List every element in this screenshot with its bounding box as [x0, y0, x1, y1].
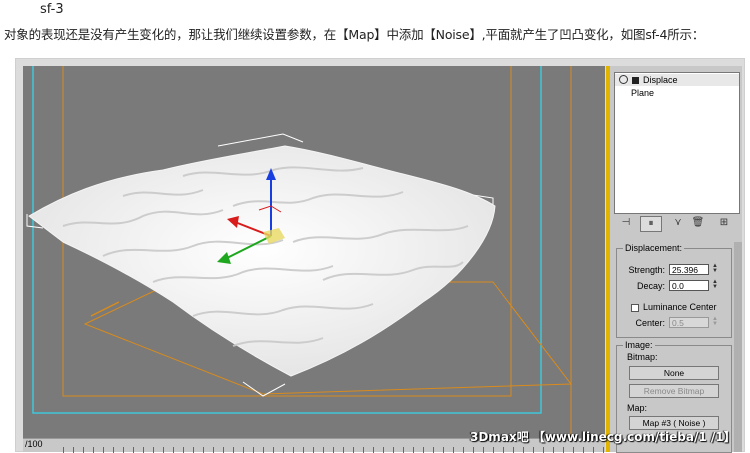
perspective-viewport[interactable]	[23, 66, 605, 438]
displacement-group-title: Displacement:	[623, 243, 685, 253]
viewport-scene	[26, 66, 572, 438]
decay-label: Decay:	[636, 281, 665, 291]
time-slider-frame-label: /100	[25, 439, 43, 449]
stack-toolbar: ⊣ ⏸ ⋎ 🗑 ⊞	[614, 216, 738, 232]
displacement-group: Displacement: Strength: 25.396 ▲ ▼ Decay:…	[616, 243, 732, 338]
stack-item-label: Displace	[643, 75, 678, 85]
strength-label: Strength:	[628, 265, 665, 275]
show-end-result-icon[interactable]: ⏸	[640, 216, 662, 232]
luminance-center-label: Luminance Center	[643, 302, 717, 312]
stack-item-label: Plane	[631, 88, 655, 98]
panel-scrollbar[interactable]	[734, 242, 742, 452]
remove-bitmap-button[interactable]: Remove Bitmap	[629, 384, 719, 398]
center-field[interactable]: 0.5	[669, 317, 709, 328]
stack-item-plane[interactable]: Plane	[615, 87, 739, 99]
pin-stack-icon[interactable]: ⊣	[616, 216, 636, 230]
modify-panel: Displace Plane ⊣ ⏸ ⋎ 🗑 ⊞ Displacement: S…	[610, 66, 742, 453]
time-ruler	[63, 447, 605, 453]
modifier-stack-list[interactable]: Displace Plane	[614, 72, 740, 214]
center-spinner[interactable]: ▲ ▼	[711, 316, 719, 328]
lightbulb-icon[interactable]	[619, 75, 628, 84]
bitmap-none-button[interactable]: None	[629, 366, 719, 380]
configure-modifier-sets-icon[interactable]: ⊞	[714, 216, 734, 230]
decay-spinner[interactable]: ▲ ▼	[711, 279, 719, 291]
caption-title: sf-3	[40, 2, 64, 17]
image-group-title: Image:	[623, 340, 655, 350]
decay-field[interactable]: 0.0	[669, 280, 709, 291]
strength-spinner[interactable]: ▲ ▼	[711, 263, 719, 275]
stack-item-displace[interactable]: Displace	[615, 74, 739, 86]
luminance-center-checkbox[interactable]	[631, 304, 639, 312]
bitmap-label: Bitmap:	[627, 352, 658, 362]
make-unique-icon[interactable]: ⋎	[668, 216, 688, 230]
remove-modifier-icon[interactable]: 🗑	[688, 216, 708, 230]
strength-field[interactable]: 25.396	[669, 264, 709, 275]
caption-description: 对象的表现还是没有产生变化的，那让我们继续设置参数，在【Map】中添加【Nois…	[4, 27, 705, 42]
forum-watermark: 3Dmax吧 【www.linecg.com/tieba/1 /1】	[470, 430, 736, 444]
map-label: Map:	[627, 403, 648, 413]
expand-box-icon[interactable]	[632, 77, 639, 84]
center-label: Center:	[635, 318, 665, 328]
